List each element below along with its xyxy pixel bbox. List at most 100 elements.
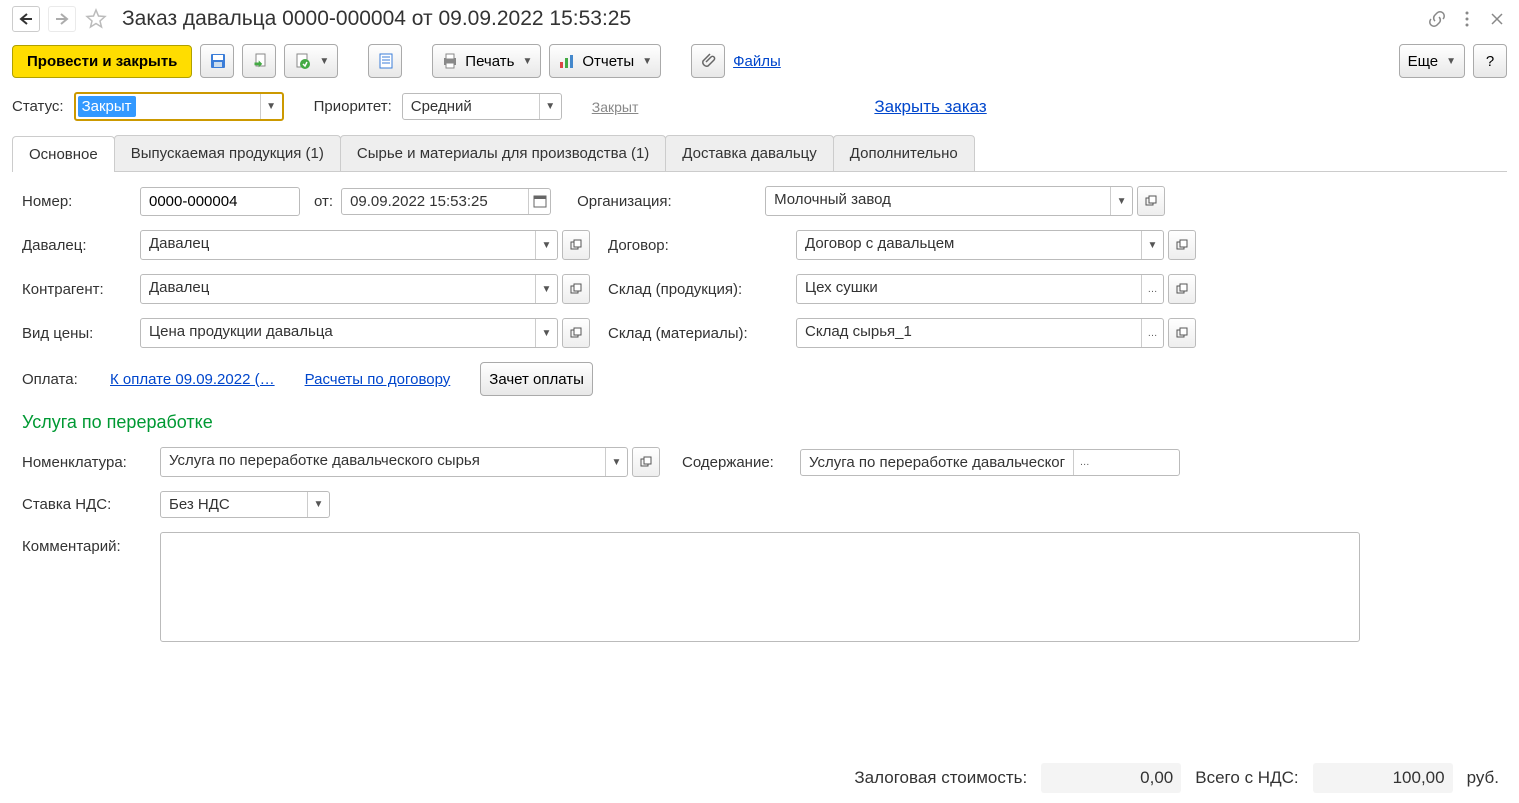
- price-type-label: Вид цены:: [22, 325, 132, 342]
- files-link[interactable]: Файлы: [733, 53, 781, 70]
- service-section-title: Услуга по переработке: [22, 412, 1497, 433]
- status-select[interactable]: Закрыт ▼: [74, 92, 284, 121]
- date-value: 09.09.2022 15:53:25: [342, 189, 496, 214]
- close-icon[interactable]: [1487, 9, 1507, 29]
- open-icon[interactable]: [562, 230, 590, 260]
- help-button[interactable]: ?: [1473, 44, 1507, 78]
- warehouse-mat-select[interactable]: Склад сырья_1 …: [796, 318, 1164, 348]
- link-icon[interactable]: [1427, 9, 1447, 29]
- forward-button[interactable]: [48, 6, 76, 32]
- priority-value: Средний: [403, 94, 480, 119]
- comment-textarea[interactable]: [160, 532, 1360, 642]
- warehouse-prod-label: Склад (продукция):: [608, 281, 788, 298]
- open-icon[interactable]: [562, 318, 590, 348]
- chevron-down-icon: ▼: [319, 56, 329, 67]
- ellipsis-icon[interactable]: …: [1141, 319, 1163, 347]
- vat-label: Ставка НДС:: [22, 496, 152, 513]
- chevron-down-icon[interactable]: ▼: [605, 448, 627, 476]
- content-label: Содержание:: [682, 454, 792, 471]
- warehouse-mat-label: Склад (материалы):: [608, 325, 788, 342]
- content-value: Услуга по переработке давальческог: [801, 450, 1073, 475]
- tab-materials[interactable]: Сырье и материалы для производства (1): [340, 135, 666, 171]
- open-icon[interactable]: [1168, 274, 1196, 304]
- tab-additional[interactable]: Дополнительно: [833, 135, 975, 171]
- currency-label: руб.: [1467, 768, 1499, 788]
- open-icon[interactable]: [1168, 230, 1196, 260]
- tab-products[interactable]: Выпускаемая продукция (1): [114, 135, 341, 171]
- chevron-down-icon[interactable]: ▼: [539, 94, 561, 119]
- print-label: Печать: [465, 53, 514, 70]
- tab-delivery[interactable]: Доставка давальцу: [665, 135, 833, 171]
- total-value: 100,00: [1313, 763, 1453, 793]
- chevron-down-icon: ▼: [522, 56, 532, 67]
- number-field[interactable]: [140, 187, 300, 216]
- print-button[interactable]: Печать ▼: [432, 44, 541, 78]
- from-label: от:: [314, 193, 333, 210]
- back-button[interactable]: [12, 6, 40, 32]
- chevron-down-icon[interactable]: ▼: [535, 231, 557, 259]
- calendar-icon[interactable]: [528, 189, 550, 214]
- chevron-down-icon: ▼: [1446, 56, 1456, 67]
- printer-icon: [441, 52, 459, 70]
- open-icon[interactable]: [562, 274, 590, 304]
- contract-value: Договор с давальцем: [797, 231, 962, 259]
- contract-select[interactable]: Договор с давальцем ▼: [796, 230, 1164, 260]
- open-icon[interactable]: [1137, 186, 1165, 216]
- page-title: Заказ давальца 0000-000004 от 09.09.2022…: [122, 7, 1419, 31]
- chevron-down-icon[interactable]: ▼: [260, 94, 282, 119]
- favorite-icon[interactable]: [84, 7, 108, 31]
- davalec-label: Давалец:: [22, 237, 132, 254]
- open-icon[interactable]: [632, 447, 660, 477]
- price-type-value: Цена продукции давальца: [141, 319, 341, 347]
- chart-icon: [558, 52, 576, 70]
- warehouse-prod-value: Цех сушки: [797, 275, 886, 303]
- tab-main[interactable]: Основное: [12, 136, 115, 172]
- menu-dots-icon[interactable]: [1457, 9, 1477, 29]
- floppy-icon: [209, 52, 225, 70]
- chevron-down-icon: ▼: [642, 56, 652, 67]
- payment-link-settlements[interactable]: Расчеты по договору: [305, 371, 451, 388]
- date-field[interactable]: 09.09.2022 15:53:25: [341, 188, 551, 215]
- nomenclature-value: Услуга по переработке давальческого сырь…: [161, 448, 488, 476]
- counterparty-select[interactable]: Давалец ▼: [140, 274, 558, 304]
- payment-link-due[interactable]: К оплате 09.09.2022 (…: [110, 371, 275, 388]
- chevron-down-icon[interactable]: ▼: [1141, 231, 1163, 259]
- vat-select[interactable]: Без НДС ▼: [160, 491, 330, 518]
- org-label: Организация:: [577, 193, 757, 210]
- close-order-link[interactable]: Закрыть заказ: [874, 97, 986, 117]
- warehouse-prod-select[interactable]: Цех сушки …: [796, 274, 1164, 304]
- davalec-select[interactable]: Давалец ▼: [140, 230, 558, 260]
- counterparty-value: Давалец: [141, 275, 217, 303]
- closed-hint[interactable]: Закрыт: [592, 99, 639, 115]
- save-button[interactable]: [200, 44, 234, 78]
- document-action-button[interactable]: ▼: [284, 44, 338, 78]
- status-value: Закрыт: [78, 96, 136, 117]
- org-value: Молочный завод: [766, 187, 899, 215]
- post-and-close-button[interactable]: Провести и закрыть: [12, 45, 192, 78]
- davalec-value: Давалец: [141, 231, 217, 259]
- offset-payment-button[interactable]: Зачет оплаты: [480, 362, 593, 396]
- contract-label: Договор:: [608, 237, 788, 254]
- attach-button[interactable]: [691, 44, 725, 78]
- post-button[interactable]: [242, 44, 276, 78]
- org-select[interactable]: Молочный завод ▼: [765, 186, 1133, 216]
- chevron-down-icon[interactable]: ▼: [1110, 187, 1132, 215]
- priority-select[interactable]: Средний ▼: [402, 93, 562, 120]
- more-button[interactable]: Еще ▼: [1399, 44, 1465, 78]
- more-label: Еще: [1408, 53, 1439, 70]
- reports-button[interactable]: Отчеты ▼: [549, 44, 661, 78]
- open-icon[interactable]: [1168, 318, 1196, 348]
- price-type-select[interactable]: Цена продукции давальца ▼: [140, 318, 558, 348]
- comment-label: Комментарий:: [22, 532, 152, 555]
- chevron-down-icon[interactable]: ▼: [535, 319, 557, 347]
- chevron-down-icon[interactable]: ▼: [535, 275, 557, 303]
- status-label: Статус:: [12, 98, 64, 115]
- list-button[interactable]: [368, 44, 402, 78]
- ellipsis-icon[interactable]: …: [1073, 450, 1095, 475]
- chevron-down-icon[interactable]: ▼: [307, 492, 329, 517]
- nomenclature-select[interactable]: Услуга по переработке давальческого сырь…: [160, 447, 628, 477]
- ellipsis-icon[interactable]: …: [1141, 275, 1163, 303]
- content-field[interactable]: Услуга по переработке давальческог …: [800, 449, 1180, 476]
- vat-value: Без НДС: [161, 492, 238, 517]
- reports-label: Отчеты: [582, 53, 634, 70]
